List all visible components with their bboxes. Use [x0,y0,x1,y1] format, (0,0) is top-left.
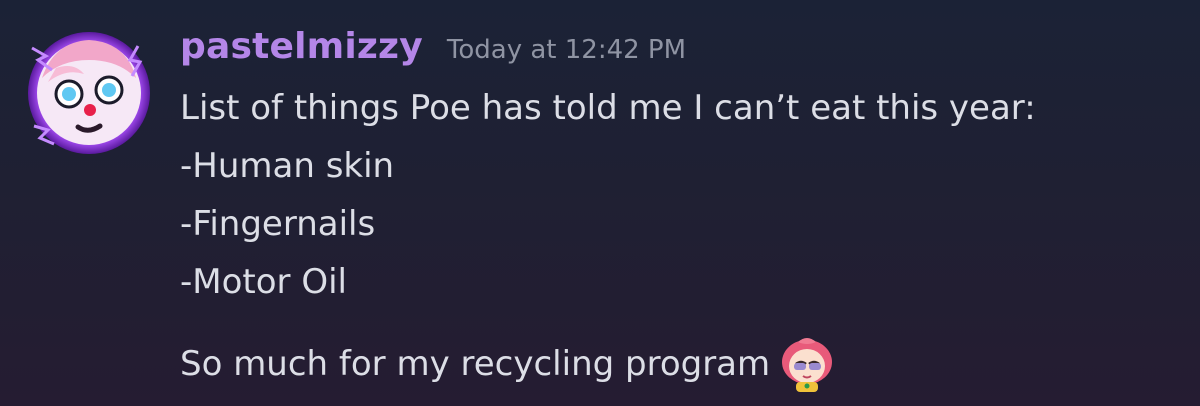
message-line-2: -Human skin [180,146,395,186]
closing-text: So much for my recycling program [180,344,771,384]
message-line-3: -Fingernails [180,204,376,244]
message-closing-line: So much for my recycling program [180,336,836,392]
message-timestamp: Today at 12:42 PM [446,35,687,65]
chat-message: pastelmizzy Today at 12:42 PM List of th… [0,0,1200,406]
author-name[interactable]: pastelmizzy [180,26,423,67]
message-line-1: List of things Poe has told me I can’t e… [180,88,1036,128]
message-line-4: -Motor Oil [180,262,347,302]
sleepy-girl-emoji-icon[interactable] [778,336,836,392]
message-header: pastelmizzy Today at 12:42 PM [180,26,686,76]
user-avatar[interactable] [26,30,152,156]
